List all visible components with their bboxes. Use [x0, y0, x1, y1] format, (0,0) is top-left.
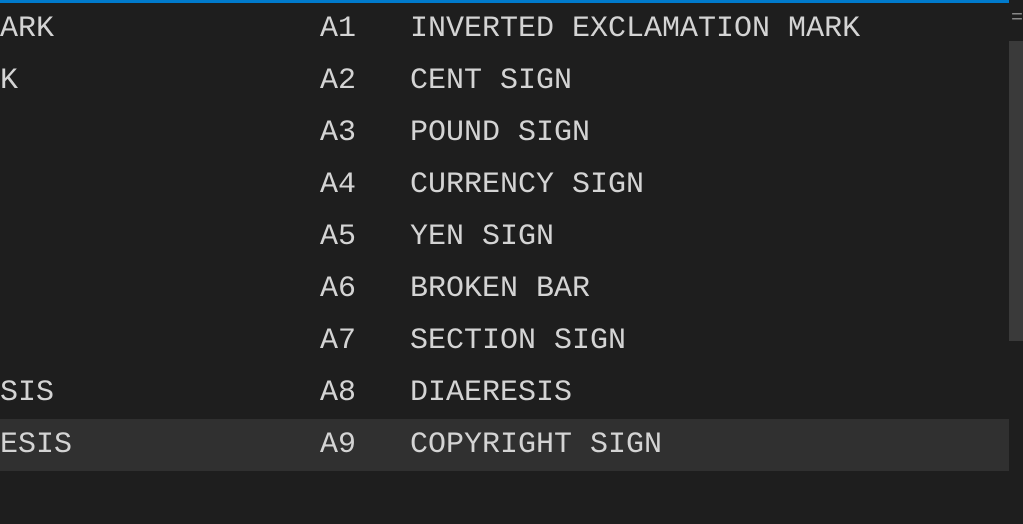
char-name: POUND SIGN — [410, 118, 1009, 148]
code-point: A4 — [320, 170, 410, 200]
scroll-marker-icon: = — [1011, 9, 1023, 29]
char-name: INVERTED EXCLAMATION MARK — [410, 14, 1009, 44]
text-row[interactable]: A4 CURRENCY SIGN — [0, 159, 1009, 211]
char-name: SECTION SIGN — [410, 326, 1009, 356]
text-row[interactable]: K A2 CENT SIGN — [0, 55, 1009, 107]
text-row-selected[interactable]: ESIS A9 COPYRIGHT SIGN — [0, 419, 1009, 471]
code-point: A9 — [320, 430, 410, 460]
char-name: CENT SIGN — [410, 66, 1009, 96]
char-name: DIAERESIS — [410, 378, 1009, 408]
left-column-text: SIS — [0, 378, 320, 408]
code-point: A6 — [320, 274, 410, 304]
vertical-scrollbar[interactable]: = — [1009, 3, 1023, 524]
char-name: COPYRIGHT SIGN — [410, 430, 1009, 460]
text-row[interactable]: A7 SECTION SIGN — [0, 315, 1009, 367]
editor-content[interactable]: ARK A1 INVERTED EXCLAMATION MARK K A2 CE… — [0, 3, 1009, 524]
char-name: CURRENCY SIGN — [410, 170, 1009, 200]
code-point: A5 — [320, 222, 410, 252]
code-point: A7 — [320, 326, 410, 356]
text-row[interactable]: ARK A1 INVERTED EXCLAMATION MARK — [0, 3, 1009, 55]
code-point: A2 — [320, 66, 410, 96]
text-row[interactable]: A6 BROKEN BAR — [0, 263, 1009, 315]
char-name: YEN SIGN — [410, 222, 1009, 252]
text-row[interactable]: SIS A8 DIAERESIS — [0, 367, 1009, 419]
code-point: A1 — [320, 14, 410, 44]
text-row[interactable]: A3 POUND SIGN — [0, 107, 1009, 159]
char-name: BROKEN BAR — [410, 274, 1009, 304]
scrollbar-thumb[interactable] — [1009, 41, 1023, 341]
left-column-text: ARK — [0, 14, 320, 44]
left-column-text: K — [0, 66, 320, 96]
code-point: A8 — [320, 378, 410, 408]
code-point: A3 — [320, 118, 410, 148]
left-column-text: ESIS — [0, 430, 320, 460]
text-row[interactable]: A5 YEN SIGN — [0, 211, 1009, 263]
